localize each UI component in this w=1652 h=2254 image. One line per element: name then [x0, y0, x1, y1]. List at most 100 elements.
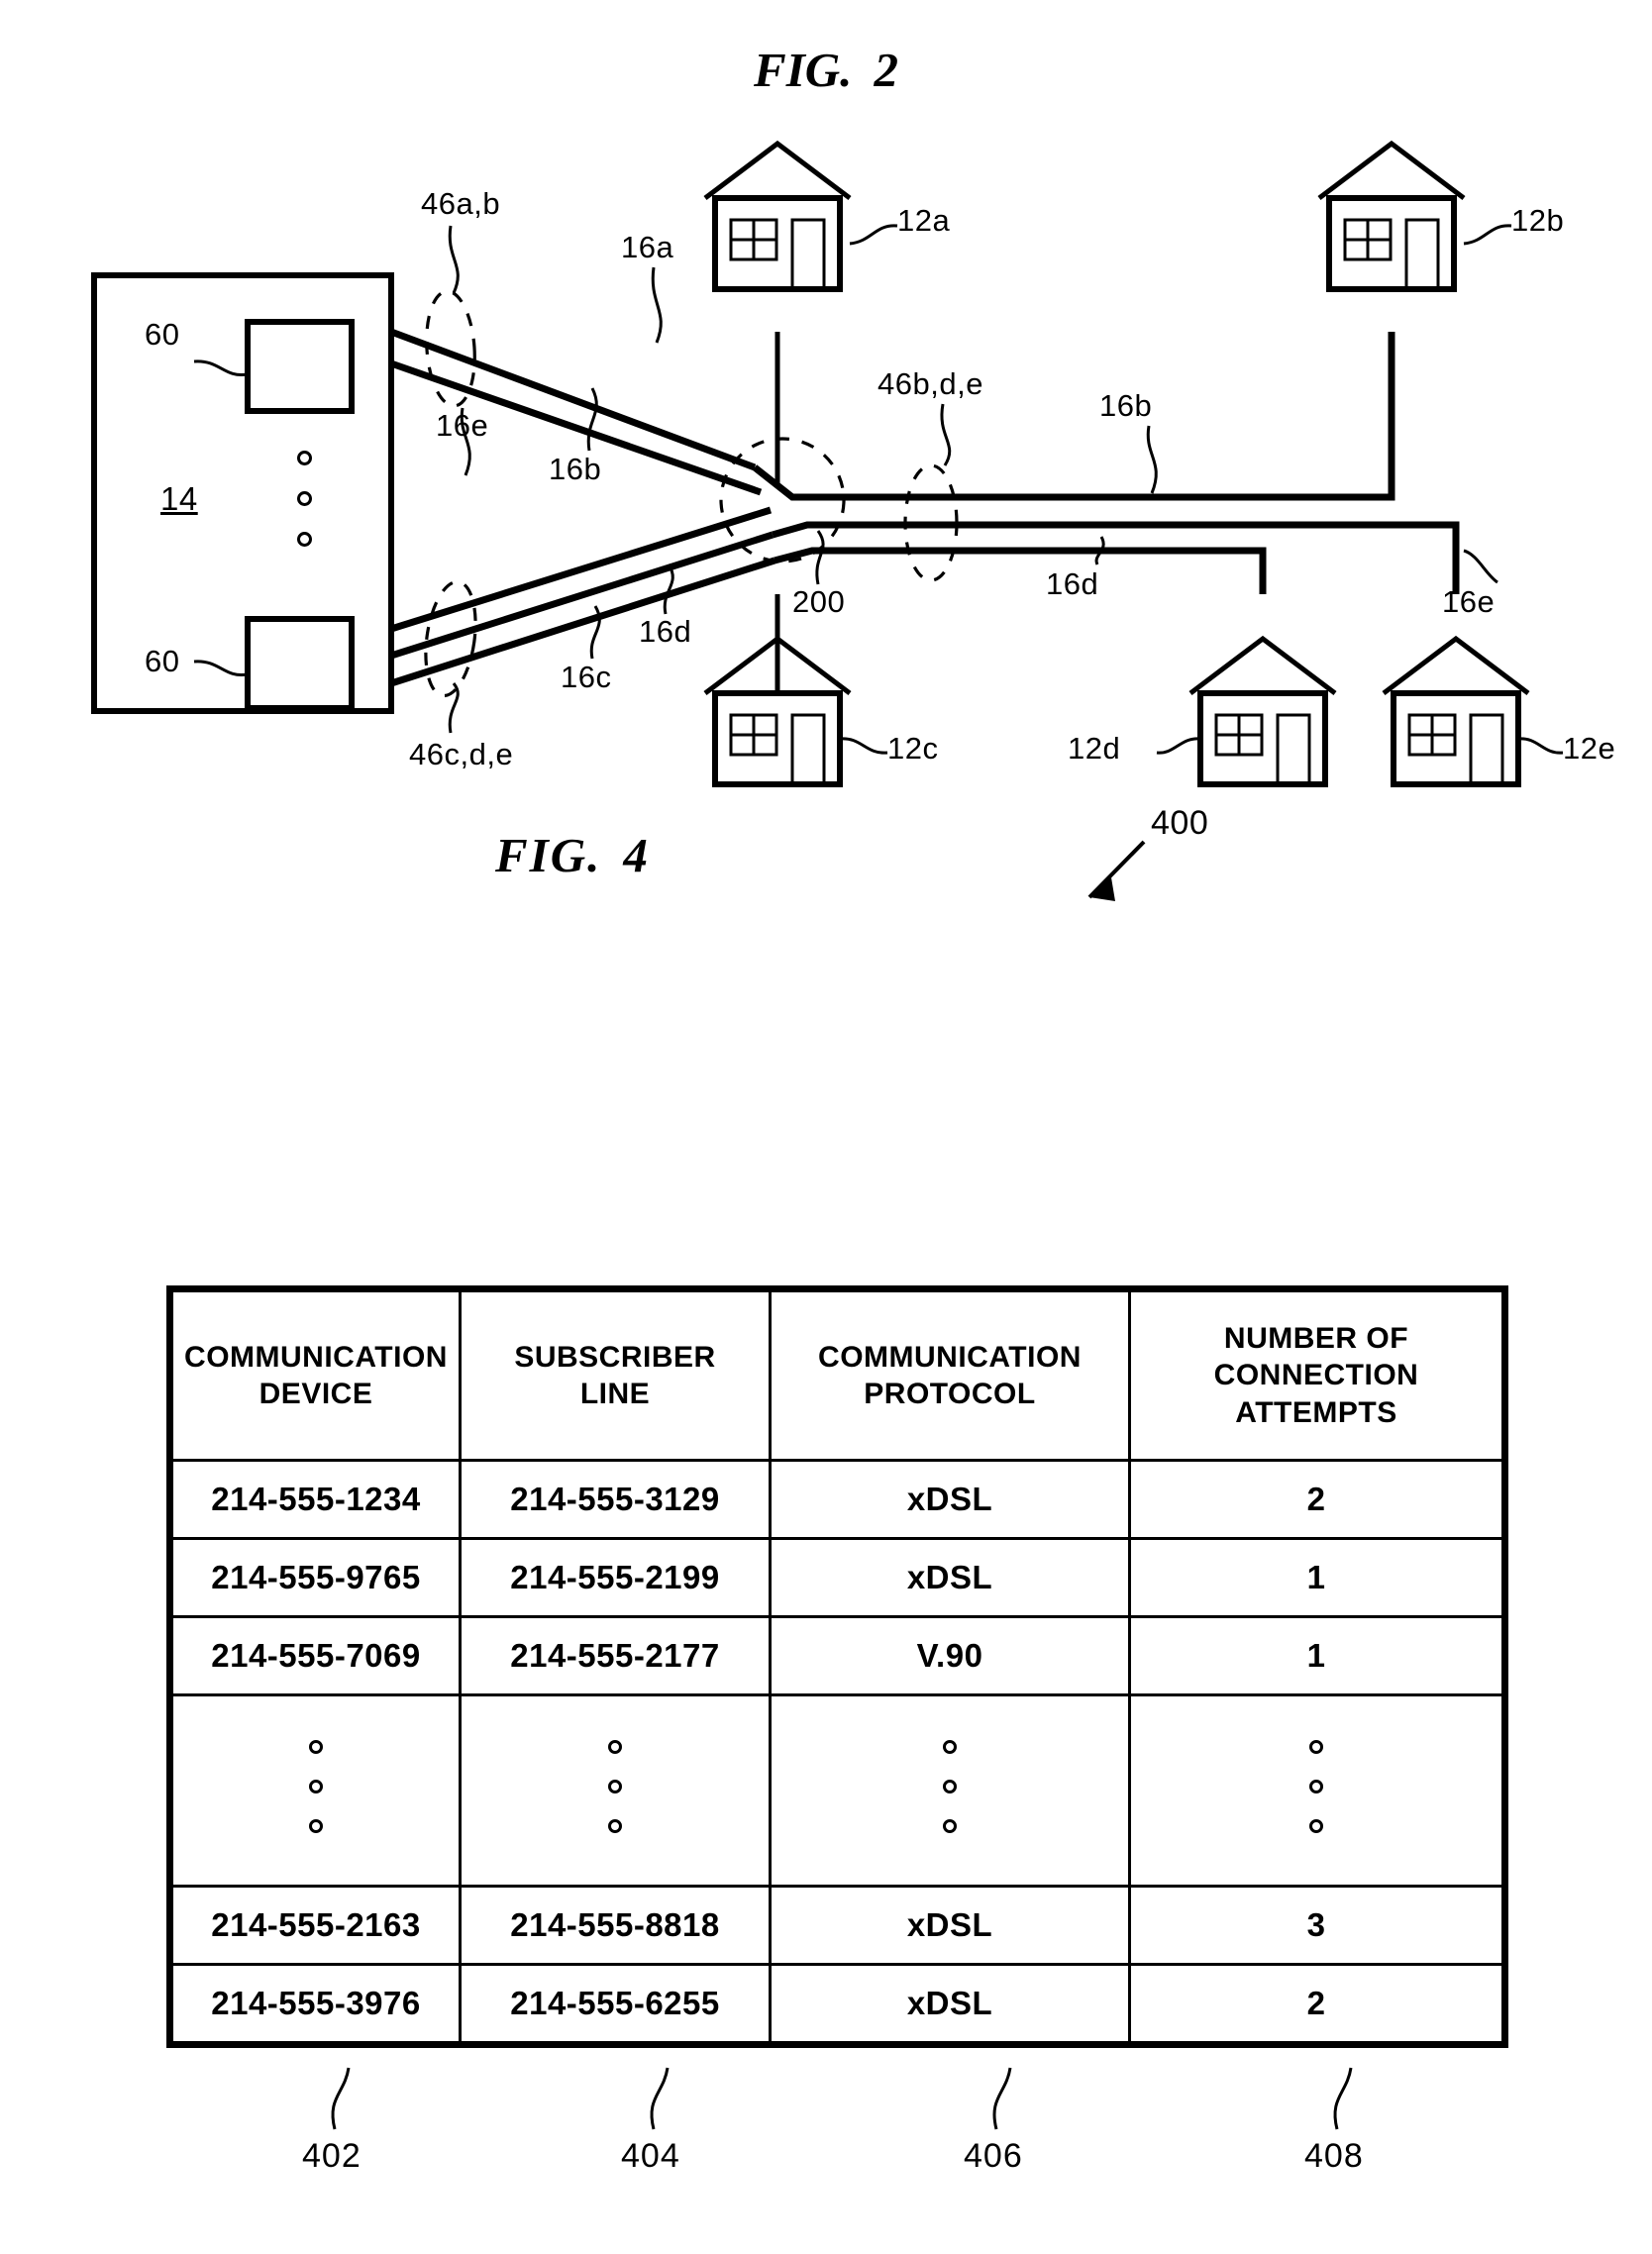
label-premise-12a: 12a: [897, 203, 951, 238]
cable-16a: [389, 328, 757, 471]
leader-12b: [1463, 224, 1512, 246]
label-line-16d-right: 16d: [1046, 566, 1099, 601]
cell-device: 214-555-2163: [166, 1885, 462, 1966]
label-node-200: 200: [792, 584, 846, 619]
leader-16b-left: [586, 387, 598, 452]
cell-ellipsis-line: [459, 1693, 772, 1888]
leader-200: [815, 530, 825, 585]
label-premise-12b: 12b: [1511, 203, 1565, 238]
port-box-bottom: [245, 616, 355, 711]
label-bundle-46ab: 46a,b: [421, 186, 501, 221]
leader-16b-right: [1146, 425, 1158, 494]
trunk-16d: [774, 547, 1267, 594]
premise-12d-icon: [1188, 635, 1337, 787]
central-office-ellipsis: [297, 451, 312, 572]
label-central-office: 14: [160, 480, 198, 517]
trunk-16b: [752, 332, 1395, 501]
label-premise-12c: 12c: [887, 731, 939, 766]
table-row: 214-555-1234 214-555-3129 xDSL 2: [166, 1459, 1508, 1540]
cell-line: 214-555-3129: [459, 1459, 772, 1540]
connection-attempts-table: COMMUNICATION DEVICE SUBSCRIBER LINE COM…: [166, 1285, 1508, 2048]
cell-protocol: xDSL: [769, 1537, 1131, 1618]
table-row-ellipsis: [166, 1693, 1508, 1888]
label-line-16b-right: 16b: [1099, 388, 1153, 423]
leader-16c: [589, 605, 601, 660]
column-header-number-of-connection-attempts: NUMBER OF CONNECTION ATTEMPTS: [1128, 1285, 1508, 1462]
cable-16d-left: [389, 531, 774, 660]
label-line-16a: 16a: [621, 230, 674, 264]
table-row: 214-555-7069 214-555-2177 V.90 1: [166, 1615, 1508, 1696]
cell-attempts: 2: [1128, 1459, 1508, 1540]
cell-line: 214-555-6255: [459, 1963, 772, 2048]
cell-line: 214-555-2199: [459, 1537, 772, 1618]
label-bundle-46bde: 46b,d,e: [878, 366, 983, 401]
column-ref-406: 406: [964, 2137, 1023, 2175]
column-ref-408: 408: [1304, 2137, 1364, 2175]
cell-device: 214-555-7069: [166, 1615, 462, 1696]
cable-16c: [389, 506, 773, 633]
col3-header-line2: PROTOCOL: [864, 1378, 1036, 1410]
table-row: 214-555-2163 214-555-8818 xDSL 3: [166, 1885, 1508, 1966]
column-ref-402: 402: [302, 2137, 361, 2175]
column-header-communication-device: COMMUNICATION DEVICE: [166, 1285, 462, 1462]
leader-12e: [1517, 737, 1564, 755]
label-line-16d-left: 16d: [639, 614, 692, 649]
col3-header-line1: COMMUNICATION: [818, 1340, 1082, 1374]
cell-ellipsis-device: [166, 1693, 462, 1888]
col4-header-line1: NUMBER OF: [1223, 1321, 1409, 1355]
col4-header-line3: ATTEMPTS: [1235, 1395, 1397, 1429]
col4-header-line2: CONNECTION: [1213, 1359, 1419, 1392]
col1-header-line2: DEVICE: [258, 1378, 373, 1410]
cell-ellipsis-protocol: [769, 1693, 1131, 1888]
col2-header-line2: LINE: [579, 1378, 651, 1410]
label-bundle-46cde: 46c,d,e: [409, 737, 514, 771]
col2-header-line1: SUBSCRIBER: [514, 1340, 716, 1374]
table-row: 214-555-9765 214-555-2199 xDSL 1: [166, 1537, 1508, 1618]
leader-404: [650, 2067, 670, 2130]
cell-protocol: xDSL: [769, 1963, 1131, 2048]
label-premise-12e: 12e: [1563, 731, 1616, 766]
cell-protocol: xDSL: [769, 1459, 1131, 1540]
cell-attempts: 1: [1128, 1615, 1508, 1696]
label-line-16e-left: 16e: [436, 408, 489, 443]
port-box-top: [245, 319, 355, 414]
premise-12a-icon: [703, 140, 852, 292]
cell-protocol: xDSL: [769, 1885, 1131, 1966]
cell-protocol: V.90: [769, 1615, 1131, 1696]
premise-12b-icon: [1317, 140, 1466, 292]
label-line-16e-right: 16e: [1442, 584, 1496, 619]
table-body: 214-555-1234 214-555-3129 xDSL 2 214-555…: [166, 1459, 1508, 2048]
leader-12c: [839, 737, 888, 755]
cell-ellipsis-attempts: [1128, 1693, 1508, 1888]
leader-12a: [849, 224, 898, 246]
leader-406: [992, 2067, 1012, 2130]
cell-device: 214-555-1234: [166, 1459, 462, 1540]
table-row: 214-555-3976 214-555-6255 xDSL 2: [166, 1963, 1508, 2048]
col1-header-line1: COMMUNICATION: [184, 1340, 448, 1374]
trunk-16e: [772, 521, 1460, 594]
figure-4-column-leaders: [331, 2067, 1353, 2130]
column-header-subscriber-line: SUBSCRIBER LINE: [459, 1285, 772, 1462]
label-port-bottom: 60: [145, 644, 180, 678]
figure-2-line-art: [91, 140, 1564, 787]
cell-line: 214-555-8818: [459, 1885, 772, 1966]
label-premise-12d: 12d: [1068, 731, 1121, 766]
table-header-row: COMMUNICATION DEVICE SUBSCRIBER LINE COM…: [166, 1285, 1508, 1462]
cell-attempts: 3: [1128, 1885, 1508, 1966]
premise-12e-icon: [1382, 635, 1530, 787]
cell-device: 214-555-9765: [166, 1537, 462, 1618]
label-line-16c: 16c: [561, 660, 612, 694]
cell-device: 214-555-3976: [166, 1963, 462, 2048]
cell-attempts: 2: [1128, 1963, 1508, 2048]
column-ref-404: 404: [621, 2137, 680, 2175]
label-port-top: 60: [145, 317, 180, 352]
leader-12d: [1156, 737, 1201, 755]
leader-16e-right: [1463, 549, 1498, 584]
table-header: COMMUNICATION DEVICE SUBSCRIBER LINE COM…: [166, 1285, 1508, 1462]
figure-4-ref-arrow: [1087, 840, 1146, 901]
cell-line: 214-555-2177: [459, 1615, 772, 1696]
leader-408: [1333, 2067, 1353, 2130]
leader-402: [331, 2067, 351, 2130]
label-line-16b-left: 16b: [549, 452, 602, 486]
patent-figure-page: FIG. 2 60 60 14 46a,b 46c,d,e 46b,d,e 16…: [0, 0, 1652, 2254]
